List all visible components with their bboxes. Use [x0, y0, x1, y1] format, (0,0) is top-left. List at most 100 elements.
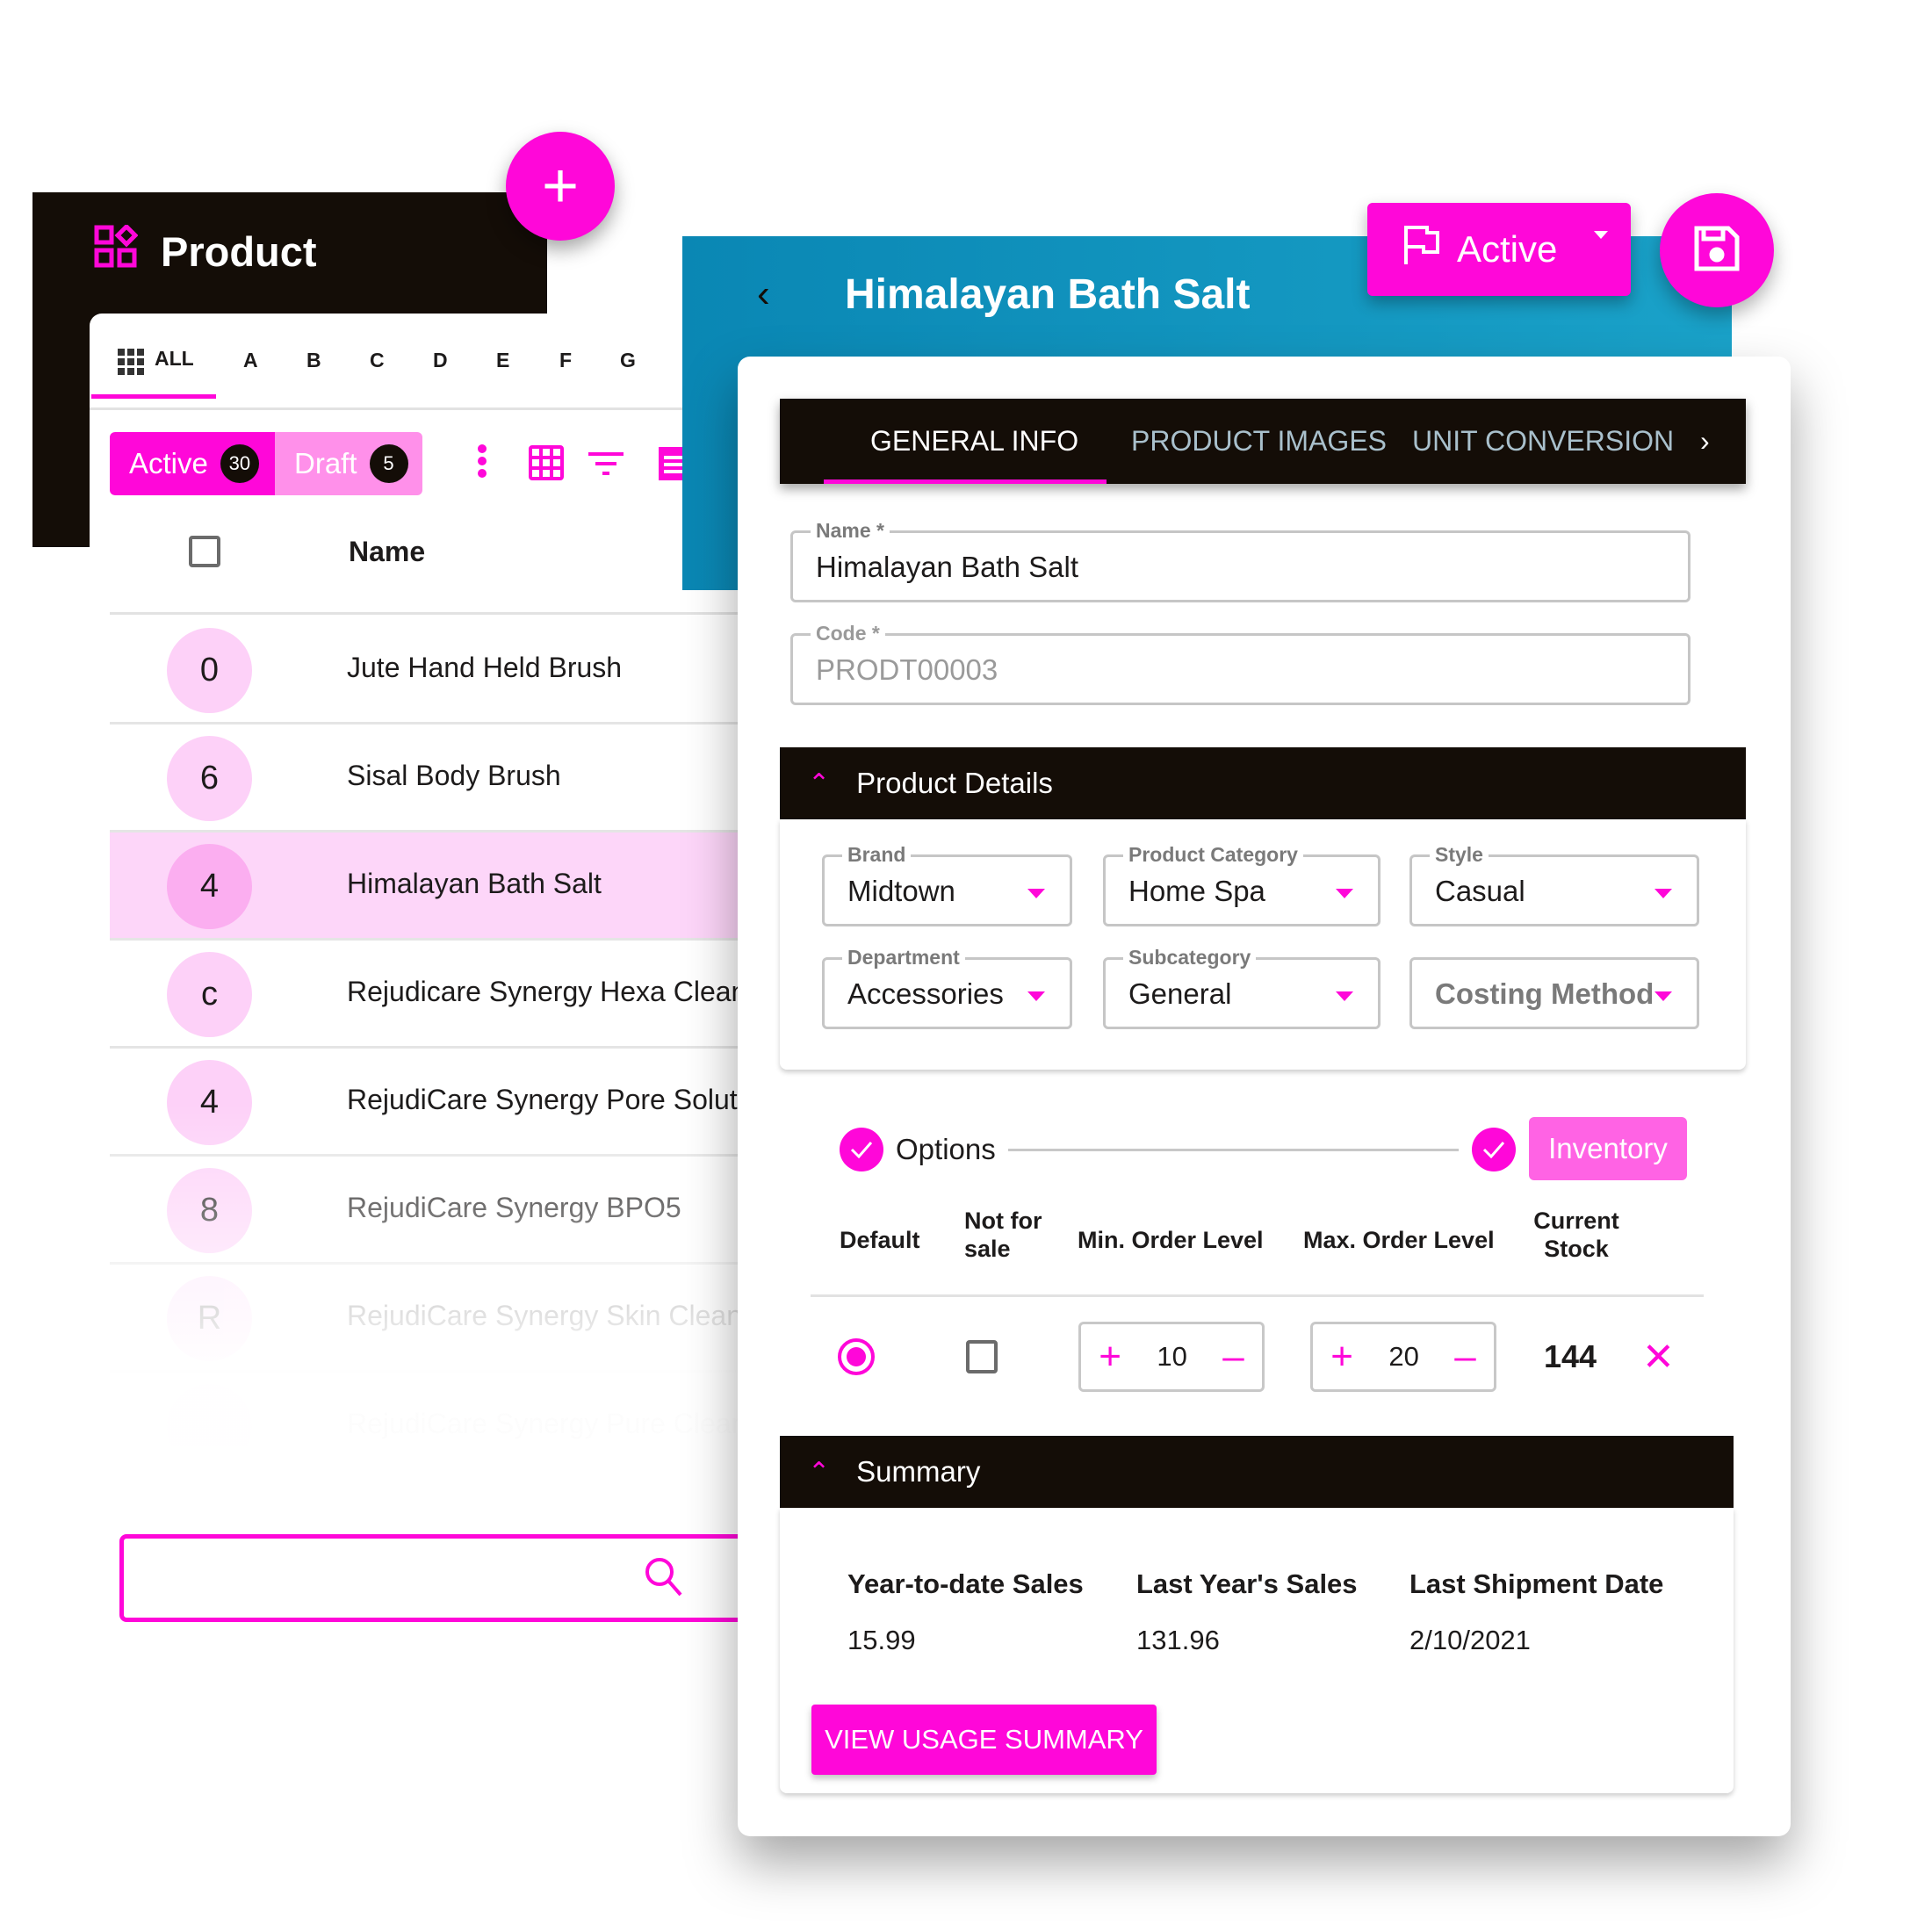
- dropdown-style[interactable]: Style Casual: [1409, 843, 1699, 926]
- alpha-filter-a[interactable]: A: [243, 349, 258, 372]
- caret-down-icon: [1594, 231, 1608, 239]
- dropdown-product-category[interactable]: Product Category Home Spa: [1103, 843, 1381, 926]
- search-input[interactable]: [119, 1534, 769, 1622]
- avatar: R: [167, 1276, 252, 1361]
- filter-icon[interactable]: [588, 452, 624, 481]
- default-radio[interactable]: [838, 1338, 875, 1375]
- page-title: Product: [161, 228, 317, 275]
- status-tab-label: Draft: [294, 447, 357, 479]
- dropdown-arrow-icon: [1654, 889, 1672, 898]
- column-header-name[interactable]: Name: [349, 536, 425, 568]
- name-field-value: Himalayan Bath Salt: [816, 551, 1078, 583]
- alpha-filter-active-indicator: [91, 394, 216, 399]
- product-detail-card: GENERAL INFO PRODUCT IMAGES UNIT CONVERS…: [738, 357, 1791, 1836]
- list-item[interactable]: 0 Jute Hand Held Brush: [110, 616, 757, 724]
- dropdown-value: Costing Method: [1435, 977, 1654, 1010]
- product-name: RejudiCare Synergy Skin Cleans: [347, 1300, 756, 1331]
- alpha-filter-d[interactable]: D: [433, 349, 448, 372]
- select-all-checkbox[interactable]: [189, 536, 220, 567]
- last-shipment-value: 2/10/2021: [1409, 1625, 1531, 1655]
- alpha-filter-e[interactable]: E: [496, 349, 509, 372]
- max-order-stepper[interactable]: + 20 –: [1310, 1322, 1496, 1392]
- list-item[interactable]: 4 Himalayan Bath Salt: [110, 833, 757, 941]
- status-segment: Active 30 Draft 5: [110, 432, 422, 495]
- product-list-panel: ALL A B C D E F G Active 30 Draft 5 Name…: [90, 314, 757, 1446]
- product-name: Himalayan Bath Salt: [347, 868, 602, 899]
- code-field[interactable]: Code * PRODT00003: [790, 622, 1690, 705]
- section-title: Summary: [856, 1455, 981, 1488]
- code-field-label: Code *: [811, 622, 885, 645]
- dropdown-arrow-icon: [1027, 991, 1045, 1001]
- list-item[interactable]: c Rejudicare Synergy Hexa Clean: [110, 941, 757, 1049]
- status-tab-draft[interactable]: Draft 5: [275, 432, 422, 495]
- status-tab-active[interactable]: Active 30: [110, 432, 275, 495]
- dropdown-label: Style: [1430, 843, 1489, 867]
- dropdown-value: Midtown: [847, 875, 955, 907]
- list-item[interactable]: R RejudiCare Synergy Skin Cleans: [110, 1265, 757, 1373]
- dropdown-brand[interactable]: Brand Midtown: [822, 843, 1072, 926]
- save-icon: [1693, 225, 1741, 277]
- dropdown-subcategory[interactable]: Subcategory General: [1103, 946, 1381, 1029]
- col-max-order: Max. Order Level: [1303, 1227, 1495, 1253]
- tab-general-info[interactable]: GENERAL INFO: [870, 425, 1078, 458]
- code-field-value: PRODT00003: [816, 653, 998, 686]
- save-button[interactable]: [1660, 193, 1774, 307]
- dropdown-arrow-icon: [1027, 889, 1045, 898]
- dropdown-department[interactable]: Department Accessories: [822, 946, 1072, 1029]
- status-dropdown[interactable]: Active: [1367, 203, 1631, 296]
- last-shipment-label: Last Shipment Date: [1409, 1568, 1664, 1599]
- list-item[interactable]: RejudiCare Synergy Pure Cleans: [110, 1373, 757, 1446]
- decrement-icon[interactable]: –: [1454, 1335, 1475, 1379]
- alpha-filter-f[interactable]: F: [559, 349, 572, 372]
- decrement-icon[interactable]: –: [1222, 1335, 1244, 1379]
- flag-icon: [1402, 224, 1441, 275]
- avatar: 0: [167, 628, 252, 713]
- not-for-sale-checkbox[interactable]: [966, 1340, 998, 1373]
- last-year-sales-value: 131.96: [1136, 1625, 1220, 1655]
- tab-product-images[interactable]: PRODUCT IMAGES: [1131, 425, 1387, 458]
- avatar: 4: [167, 1060, 252, 1145]
- dropdown-costing-method[interactable]: Costing Method: [1409, 957, 1699, 1029]
- remove-row-icon[interactable]: ✕: [1642, 1335, 1675, 1380]
- alpha-filter-b[interactable]: B: [306, 349, 321, 372]
- alpha-filter-all[interactable]: ALL: [155, 347, 194, 371]
- product-details-header[interactable]: ⌃ Product Details: [780, 747, 1746, 819]
- list-item[interactable]: 8 RejudiCare Synergy BPO5: [110, 1157, 757, 1265]
- tab-unit-conversion[interactable]: UNIT CONVERSION: [1412, 425, 1674, 458]
- increment-icon[interactable]: +: [1099, 1335, 1121, 1379]
- alpha-filter-c[interactable]: C: [370, 349, 385, 372]
- avatar: 8: [167, 1168, 252, 1253]
- step-inventory-button[interactable]: Inventory: [1529, 1117, 1687, 1180]
- product-name: RejudiCare Synergy Pore Soluti: [347, 1084, 744, 1115]
- product-name: RejudiCare Synergy Pure Cleans: [347, 1408, 757, 1439]
- more-vert-icon[interactable]: [476, 443, 488, 483]
- alpha-filter-g[interactable]: G: [620, 349, 636, 372]
- search-icon[interactable]: [642, 1554, 686, 1603]
- grid-icon: [118, 349, 144, 379]
- grid-view-icon[interactable]: [529, 445, 564, 485]
- increment-icon[interactable]: +: [1330, 1335, 1353, 1379]
- min-order-value[interactable]: 10: [1157, 1341, 1186, 1373]
- current-stock-value: 144: [1544, 1338, 1597, 1374]
- min-order-stepper[interactable]: + 10 –: [1078, 1322, 1265, 1392]
- add-product-button[interactable]: +: [506, 132, 615, 241]
- back-icon[interactable]: ‹: [757, 272, 770, 316]
- active-tab-indicator: [824, 479, 1107, 484]
- name-field[interactable]: Name * Himalayan Bath Salt: [790, 519, 1690, 602]
- receipt-icon[interactable]: [659, 447, 685, 485]
- avatar: c: [167, 952, 252, 1037]
- summary-header[interactable]: ⌃ Summary: [780, 1436, 1734, 1508]
- product-name: Sisal Body Brush: [347, 760, 561, 791]
- product-name: Rejudicare Synergy Hexa Clean: [347, 976, 747, 1007]
- list-item[interactable]: 4 RejudiCare Synergy Pore Soluti: [110, 1049, 757, 1157]
- tabs-scroll-right-icon[interactable]: ›: [1700, 425, 1710, 458]
- section-title: Product Details: [856, 767, 1053, 799]
- max-order-value[interactable]: 20: [1388, 1341, 1418, 1373]
- view-usage-summary-button[interactable]: VIEW USAGE SUMMARY: [811, 1705, 1157, 1775]
- dropdown-label: Subcategory: [1123, 946, 1257, 970]
- step-options-label[interactable]: Options: [896, 1133, 996, 1166]
- list-item[interactable]: 6 Sisal Body Brush: [110, 724, 757, 833]
- table-divider: [811, 1294, 1704, 1297]
- col-current-stock: Current Stock: [1533, 1208, 1619, 1262]
- stepper-connector: [1008, 1149, 1459, 1151]
